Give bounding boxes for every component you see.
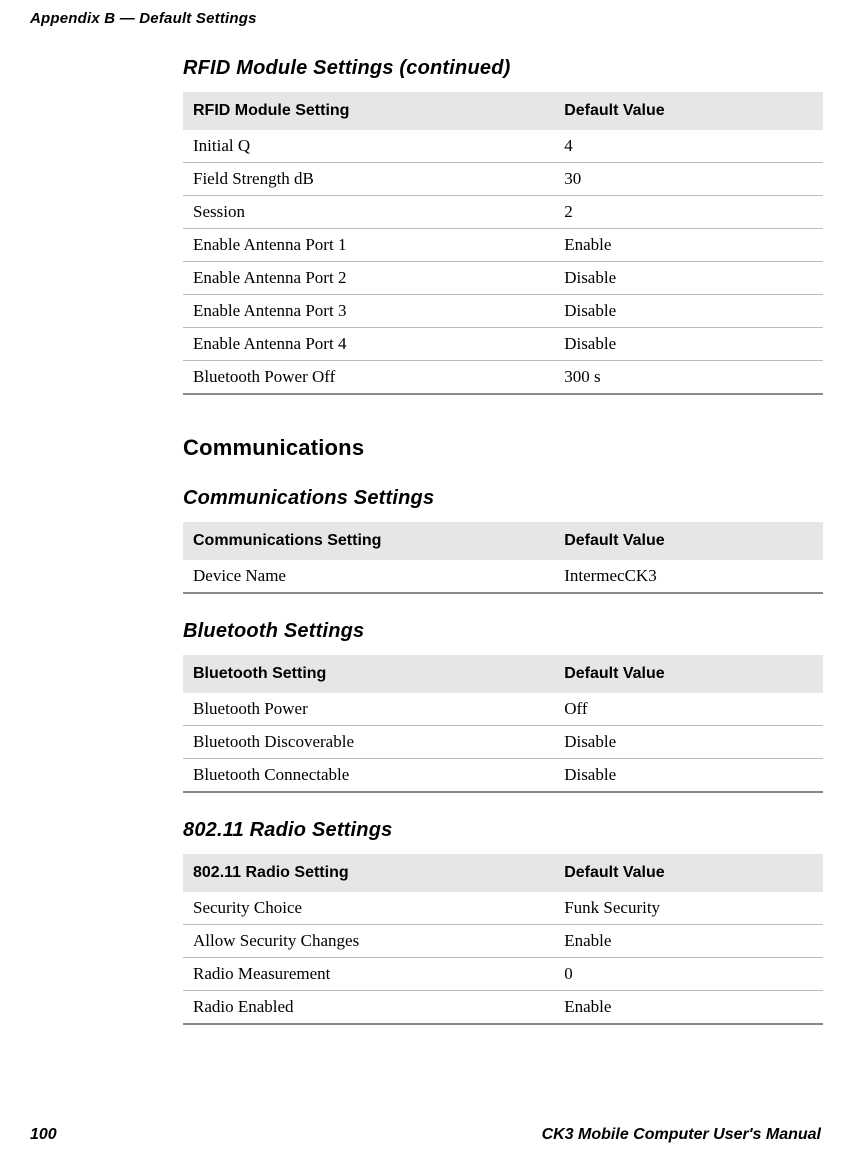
table-row: Bluetooth DiscoverableDisable: [183, 726, 823, 759]
setting-cell: Device Name: [183, 560, 554, 593]
table-row: Security ChoiceFunk Security: [183, 892, 823, 925]
setting-cell: Bluetooth Discoverable: [183, 726, 554, 759]
setting-cell: Bluetooth Power: [183, 693, 554, 726]
setting-cell: Radio Measurement: [183, 958, 554, 991]
setting-cell: Session: [183, 196, 554, 229]
setting-cell: Field Strength dB: [183, 163, 554, 196]
table-row: Device NameIntermecCK3: [183, 560, 823, 593]
bluetooth-col-setting: Bluetooth Setting: [183, 655, 554, 693]
value-cell: Funk Security: [554, 892, 823, 925]
table-row: Enable Antenna Port 2Disable: [183, 262, 823, 295]
comms-col-value: Default Value: [554, 522, 823, 560]
rfid-title: RFID Module Settings (continued): [183, 57, 823, 80]
table-row: Field Strength dB30: [183, 163, 823, 196]
table-row: Allow Security ChangesEnable: [183, 925, 823, 958]
value-cell: Disable: [554, 328, 823, 361]
value-cell: Disable: [554, 262, 823, 295]
value-cell: Off: [554, 693, 823, 726]
value-cell: Disable: [554, 759, 823, 793]
bluetooth-title: Bluetooth Settings: [183, 620, 823, 643]
value-cell: Disable: [554, 295, 823, 328]
value-cell: 300 s: [554, 361, 823, 395]
bluetooth-col-value: Default Value: [554, 655, 823, 693]
setting-cell: Enable Antenna Port 3: [183, 295, 554, 328]
value-cell: Enable: [554, 229, 823, 262]
bluetooth-table: Bluetooth Setting Default Value Bluetoot…: [183, 655, 823, 793]
radio-col-setting: 802.11 Radio Setting: [183, 854, 554, 892]
table-row: Bluetooth Power Off300 s: [183, 361, 823, 395]
radio-col-value: Default Value: [554, 854, 823, 892]
value-cell: 4: [554, 130, 823, 163]
page-footer: 100 CK3 Mobile Computer User's Manual: [30, 1126, 821, 1144]
communications-heading: Communications: [183, 435, 823, 461]
rfid-col-value: Default Value: [554, 92, 823, 130]
setting-cell: Allow Security Changes: [183, 925, 554, 958]
radio-table: 802.11 Radio Setting Default Value Secur…: [183, 854, 823, 1025]
setting-cell: Security Choice: [183, 892, 554, 925]
table-row: Enable Antenna Port 1Enable: [183, 229, 823, 262]
table-row: Radio EnabledEnable: [183, 991, 823, 1025]
setting-cell: Bluetooth Power Off: [183, 361, 554, 395]
table-row: Enable Antenna Port 3Disable: [183, 295, 823, 328]
table-row: Bluetooth PowerOff: [183, 693, 823, 726]
setting-cell: Enable Antenna Port 4: [183, 328, 554, 361]
value-cell: Disable: [554, 726, 823, 759]
rfid-table: RFID Module Setting Default Value Initia…: [183, 92, 823, 395]
appendix-header: Appendix B — Default Settings: [30, 10, 821, 27]
page-number: 100: [30, 1126, 57, 1144]
table-row: Enable Antenna Port 4Disable: [183, 328, 823, 361]
table-row: Radio Measurement0: [183, 958, 823, 991]
page-content: RFID Module Settings (continued) RFID Mo…: [183, 57, 823, 1025]
setting-cell: Bluetooth Connectable: [183, 759, 554, 793]
value-cell: 0: [554, 958, 823, 991]
value-cell: Enable: [554, 991, 823, 1025]
table-row: Bluetooth ConnectableDisable: [183, 759, 823, 793]
comms-title: Communications Settings: [183, 487, 823, 510]
comms-col-setting: Communications Setting: [183, 522, 554, 560]
table-row: Initial Q4: [183, 130, 823, 163]
radio-title: 802.11 Radio Settings: [183, 819, 823, 842]
setting-cell: Radio Enabled: [183, 991, 554, 1025]
comms-table: Communications Setting Default Value Dev…: [183, 522, 823, 594]
value-cell: 30: [554, 163, 823, 196]
value-cell: IntermecCK3: [554, 560, 823, 593]
rfid-col-setting: RFID Module Setting: [183, 92, 554, 130]
value-cell: 2: [554, 196, 823, 229]
manual-title: CK3 Mobile Computer User's Manual: [542, 1126, 821, 1144]
setting-cell: Enable Antenna Port 1: [183, 229, 554, 262]
setting-cell: Initial Q: [183, 130, 554, 163]
table-row: Session2: [183, 196, 823, 229]
value-cell: Enable: [554, 925, 823, 958]
setting-cell: Enable Antenna Port 2: [183, 262, 554, 295]
